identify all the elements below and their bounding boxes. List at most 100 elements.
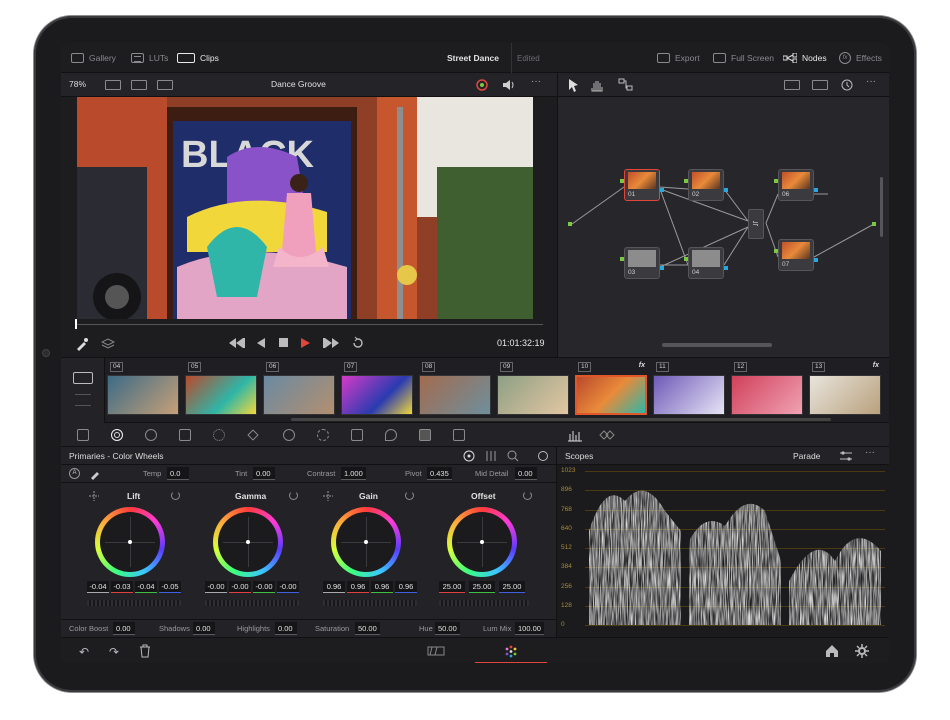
mixer-node[interactable]: ≒ [748,209,764,239]
clips-view-icon[interactable] [73,372,93,384]
gamma-g-value[interactable]: -0.00 [253,581,275,593]
primaries-zoom-icon[interactable] [507,450,519,462]
qualifier-icon[interactable] [247,429,259,441]
lift-master-slider[interactable] [87,600,181,606]
wipe-view-icon[interactable] [157,80,173,90]
node-more-icon[interactable]: ··· [866,76,876,87]
node-07[interactable]: 07 [774,239,818,271]
offset-b-value[interactable]: 25.00 [499,581,525,593]
lift-b-value[interactable]: -0.05 [159,581,181,593]
sizing-icon[interactable] [453,429,465,441]
gain-reset-icon[interactable] [405,491,414,500]
trash-icon[interactable] [139,644,151,658]
gain-g-value[interactable]: 0.96 [371,581,393,593]
lift-r-value[interactable]: -0.03 [111,581,133,593]
clip-12[interactable]: 12 [731,362,803,420]
lift-picker-icon[interactable] [89,491,99,501]
gain-wheel[interactable] [331,507,401,577]
redo-icon[interactable]: ↷ [109,645,119,659]
node-graph[interactable]: 01 02 03 04 06 07 ≒ [557,97,889,357]
gamma-b-value[interactable]: -0.00 [277,581,299,593]
stop-icon[interactable] [279,338,289,348]
saturation-field[interactable]: 50.00 [355,622,380,635]
blur-icon[interactable] [385,429,397,441]
gamma-y-value[interactable]: -0.00 [205,581,227,593]
node-output[interactable] [814,258,818,262]
clip-10[interactable]: 10 fx [575,362,647,420]
scopes-icon[interactable] [567,428,583,442]
curves-icon[interactable] [179,429,191,441]
gallery-button[interactable]: Gallery [71,43,116,73]
hdr-wheels-icon[interactable] [145,429,157,441]
step-back-icon[interactable] [257,338,267,348]
nodes-button[interactable]: Nodes [783,43,827,73]
node-input[interactable] [620,179,624,183]
skip-back-icon[interactable] [229,338,245,348]
clip-06[interactable]: 06 [263,362,335,420]
clip-11[interactable]: 11 [653,362,725,420]
primaries-bars-icon[interactable] [485,450,497,462]
luts-button[interactable]: LUTs [131,43,168,73]
offset-g-value[interactable]: 25.00 [469,581,495,593]
shadows-field[interactable]: 0.00 [193,622,215,635]
auto-balance-icon[interactable]: A [69,468,80,479]
scope-settings-icon[interactable] [839,450,853,462]
gain-r-value[interactable]: 0.96 [347,581,369,593]
color-viewer-icon[interactable] [475,78,489,92]
clips-button[interactable]: Clips [177,43,219,73]
export-button[interactable]: Export [657,43,700,73]
node-input[interactable] [774,179,778,183]
layers-icon[interactable] [101,337,115,351]
gain-master-slider[interactable] [323,600,417,606]
clip-05[interactable]: 05 [185,362,257,420]
offset-reset-icon[interactable] [523,491,532,500]
gamma-wheel[interactable] [213,507,283,577]
camera-raw-icon[interactable] [77,429,89,441]
stereo-icon[interactable] [599,429,615,441]
hue-field[interactable]: 50.00 [435,622,460,635]
clip-09[interactable]: 09 [497,362,569,420]
node-output[interactable] [660,188,664,192]
color-boost-field[interactable]: 0.00 [113,622,135,635]
grab-still-icon[interactable] [812,80,828,90]
gamma-r-value[interactable]: -0.00 [229,581,251,593]
undo-icon[interactable]: ↶ [79,645,89,659]
viewer-more-icon[interactable]: ··· [531,76,541,87]
node-output[interactable] [724,266,728,270]
cut-page-icon[interactable] [427,645,445,657]
picker-icon[interactable] [75,337,89,351]
temp-field[interactable]: 0.0 [167,467,189,480]
lift-g-value[interactable]: -0.04 [135,581,157,593]
magic-mask-icon[interactable] [351,429,363,441]
node-input[interactable] [684,257,688,261]
offset-wheel[interactable] [447,507,517,577]
white-balance-picker-icon[interactable] [89,468,101,480]
contrast-field[interactable]: 1.000 [341,467,366,480]
split-view-icon[interactable] [131,80,147,90]
gamma-master-slider[interactable] [205,600,299,606]
play-icon[interactable] [301,338,311,348]
highlights-field[interactable]: 0.00 [275,622,297,635]
node-output[interactable] [660,266,664,270]
clips-scrollbar[interactable] [291,418,831,421]
offset-master-slider[interactable] [439,600,529,606]
pivot-field[interactable]: 0.435 [427,467,452,480]
loop-icon[interactable] [351,336,365,350]
tracker-icon[interactable] [317,429,329,441]
speaker-icon[interactable] [501,78,515,92]
settings-gear-icon[interactable] [855,644,869,658]
node-input[interactable] [684,179,688,183]
gain-y-value[interactable]: 0.96 [323,581,345,593]
primaries-reset-icon[interactable] [537,450,549,462]
still-icon[interactable] [784,80,800,90]
viewer-scrubber[interactable] [75,319,543,331]
playhead[interactable] [75,319,77,329]
mid-detail-field[interactable]: 0.00 [515,467,537,480]
lift-reset-icon[interactable] [171,491,180,500]
primaries-mode-icon[interactable] [463,450,475,462]
key-icon[interactable] [419,429,431,441]
clip-08[interactable]: 08 [419,362,491,420]
scope-more-icon[interactable]: ··· [865,447,875,458]
clip-13[interactable]: 13 fx [809,362,881,420]
clip-filter-icon[interactable] [75,394,91,406]
